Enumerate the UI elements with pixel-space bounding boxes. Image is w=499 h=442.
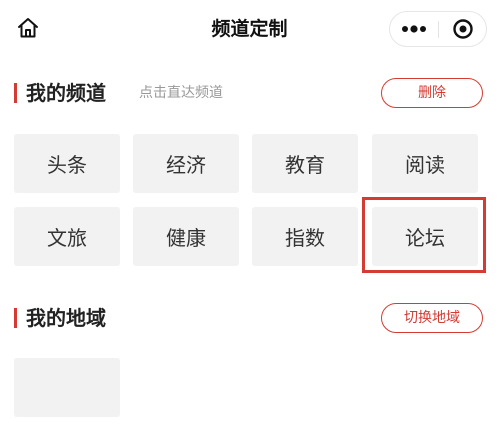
top-nav-bar: 频道定制 xyxy=(0,0,499,58)
channel-tile[interactable]: 指数 xyxy=(252,207,358,266)
target-close-icon[interactable] xyxy=(439,12,486,46)
region-tile[interactable] xyxy=(14,358,120,417)
home-icon[interactable] xyxy=(14,14,42,42)
switch-region-button[interactable]: 切换地域 xyxy=(381,303,483,333)
my-channels-header: 我的频道 点击直达频道 删除 xyxy=(0,76,499,110)
channel-tile[interactable]: 健康 xyxy=(133,207,239,266)
my-channels-title: 我的频道 xyxy=(26,81,106,105)
my-channels-hint: 点击直达频道 xyxy=(139,85,223,101)
mini-program-capsule xyxy=(389,11,487,47)
channel-tile[interactable]: 经济 xyxy=(133,134,239,193)
channel-tile[interactable]: 头条 xyxy=(14,134,120,193)
channel-tile[interactable]: 阅读 xyxy=(372,134,478,193)
channel-tile[interactable]: 教育 xyxy=(252,134,358,193)
channel-tile[interactable]: 论坛 xyxy=(372,207,478,266)
section-accent-bar xyxy=(14,83,17,103)
my-region-header: 我的地域 切换地域 xyxy=(0,301,499,335)
delete-button[interactable]: 删除 xyxy=(381,78,483,108)
section-accent-bar xyxy=(14,308,17,328)
more-dots-icon[interactable] xyxy=(390,12,438,46)
channel-tile[interactable]: 文旅 xyxy=(14,207,120,266)
channel-customization-page: 频道定制 我的频道 点击直达频道 删除 头条 经济 教育 阅读 文旅 健康 指数… xyxy=(0,0,499,442)
my-region-title: 我的地域 xyxy=(26,306,106,330)
